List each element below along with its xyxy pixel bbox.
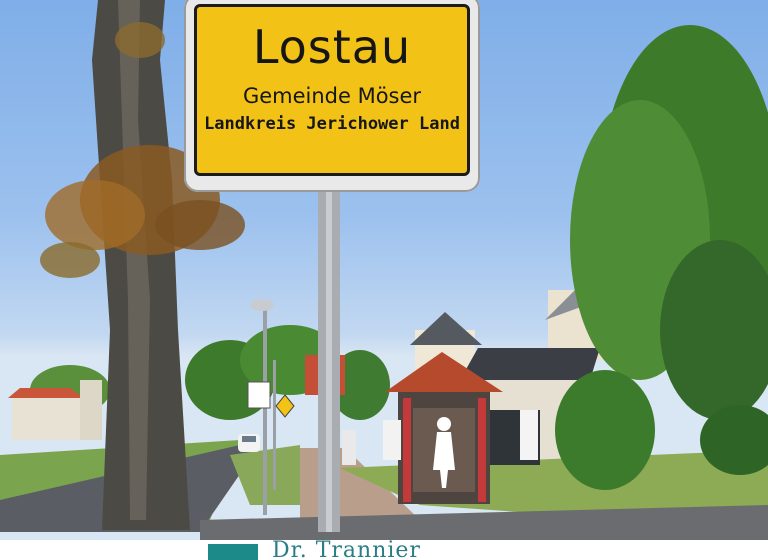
- watermark-footer: Dr. Trannier: [0, 540, 768, 560]
- municipality-name: Gemeinde Möser: [242, 84, 422, 108]
- photo-scene: Lostau Gemeinde Möser Landkreis Jerichow…: [0, 0, 768, 540]
- town-sign: Lostau Gemeinde Möser Landkreis Jerichow…: [184, 0, 480, 192]
- district-name: Landkreis Jerichower Land: [204, 114, 460, 134]
- town-sign-face: Lostau Gemeinde Möser Landkreis Jerichow…: [194, 4, 470, 176]
- car: [238, 434, 260, 452]
- watermark-logo: [208, 544, 258, 560]
- right-trees: [555, 25, 768, 490]
- town-name: Lostau: [252, 20, 412, 74]
- watermark-text: Dr. Trannier: [272, 540, 421, 560]
